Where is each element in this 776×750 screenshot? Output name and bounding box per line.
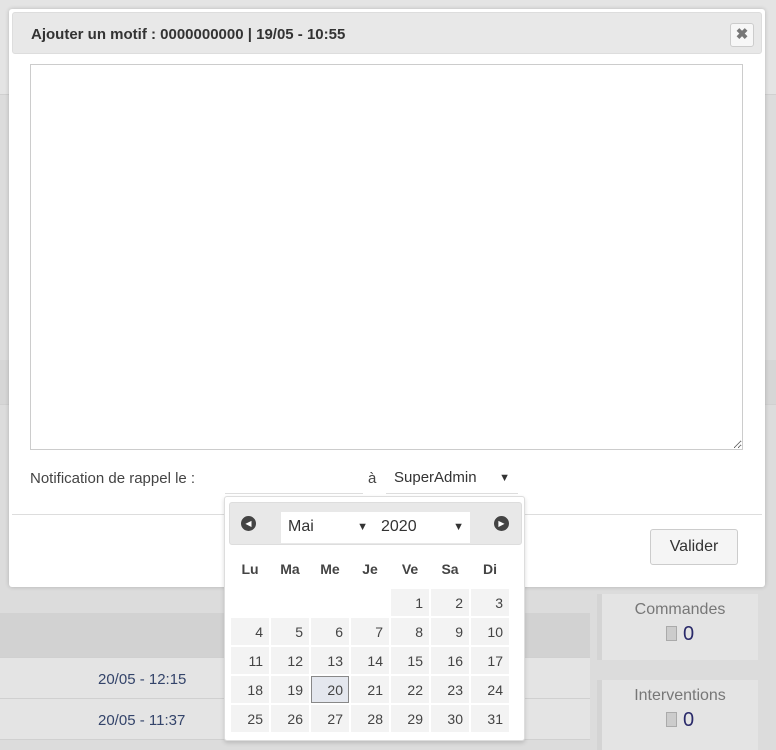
calendar-day[interactable]: 14 xyxy=(351,647,389,674)
chevron-down-icon: ▼ xyxy=(357,521,368,533)
chevron-down-icon: ▼ xyxy=(499,472,510,484)
calendar-day[interactable]: 24 xyxy=(471,676,509,703)
calendar-day[interactable]: 22 xyxy=(391,676,429,703)
calendar-day[interactable]: 15 xyxy=(391,647,429,674)
chevron-down-icon: ▼ xyxy=(453,521,464,533)
calendar-day[interactable]: 1 xyxy=(391,589,429,616)
calendar-day[interactable]: 10 xyxy=(471,618,509,645)
row-timestamp: 20/05 - 12:15 xyxy=(98,671,187,688)
year-select[interactable]: 2020 ▼ xyxy=(374,512,470,543)
user-select-value: SuperAdmin xyxy=(394,469,477,486)
weekday-header: Lu xyxy=(241,561,259,577)
weekday-header: Je xyxy=(362,561,378,577)
card-label: Interventions xyxy=(634,687,726,704)
empty-cell xyxy=(271,589,309,616)
notification-date-input[interactable] xyxy=(225,464,363,494)
calendar-day[interactable]: 2 xyxy=(431,589,469,616)
calendar-day[interactable]: 18 xyxy=(231,676,269,703)
weekday-header: Me xyxy=(320,561,340,577)
calendar-grid: Lu Ma Me Je Ve Sa Di 1 2 3 4 5 6 7 8 9 10 11 12 13 14 15 16 17… xyxy=(229,549,511,734)
calendar-day[interactable]: 19 xyxy=(271,676,309,703)
calendar-day[interactable]: 11 xyxy=(231,647,269,674)
calendar-day[interactable]: 7 xyxy=(351,618,389,645)
weekday-header: Di xyxy=(483,561,497,577)
datepicker: ◀ Mai ▼ 2020 ▼ ▶ Lu Ma Me Je Ve Sa Di 1234567891… xyxy=(224,496,525,741)
calendar-day[interactable]: 3 xyxy=(471,589,509,616)
user-select[interactable]: SuperAdmin ▼ xyxy=(386,464,518,494)
calendar-day[interactable]: 30 xyxy=(431,705,469,732)
calendar-day[interactable]: 27 xyxy=(311,705,349,732)
calendar-day[interactable]: 17 xyxy=(471,647,509,674)
calendar-day[interactable]: 12 xyxy=(271,647,309,674)
motif-textarea[interactable] xyxy=(30,64,743,450)
card-value: 0 xyxy=(682,623,695,645)
weekday-header: Ve xyxy=(401,561,419,577)
calendar-day[interactable]: 8 xyxy=(391,618,429,645)
document-icon xyxy=(665,712,677,727)
calendar-day[interactable]: 9 xyxy=(431,618,469,645)
calendar-day[interactable]: 6 xyxy=(311,618,349,645)
card-commandes[interactable]: Commandes 0 xyxy=(597,594,758,660)
card-value: 0 xyxy=(682,709,695,731)
card-label: Commandes xyxy=(634,601,726,618)
a-label: à xyxy=(368,470,377,487)
card-interventions[interactable]: Interventions 0 xyxy=(597,680,758,750)
close-icon[interactable]: ✖ xyxy=(730,23,754,47)
empty-cell xyxy=(351,589,389,616)
month-value: Mai xyxy=(288,518,314,535)
empty-cell xyxy=(231,589,269,616)
notification-label: Notification de rappel le : xyxy=(30,470,196,487)
prev-month-icon[interactable]: ◀ xyxy=(241,516,256,531)
next-month-icon[interactable]: ▶ xyxy=(494,516,509,531)
calendar-day[interactable]: 23 xyxy=(431,676,469,703)
calendar-day[interactable]: 25 xyxy=(231,705,269,732)
year-value: 2020 xyxy=(381,518,417,535)
calendar-day[interactable]: 4 xyxy=(231,618,269,645)
calendar-day[interactable]: 26 xyxy=(271,705,309,732)
weekday-header: Ma xyxy=(280,561,300,577)
month-select[interactable]: Mai ▼ xyxy=(281,512,374,543)
modal-title: Ajouter un motif : 0000000000 | 19/05 - … xyxy=(31,26,346,43)
calendar-day[interactable]: 13 xyxy=(311,647,349,674)
datepicker-header: ◀ Mai ▼ 2020 ▼ ▶ xyxy=(229,502,522,545)
calendar-day[interactable]: 16 xyxy=(431,647,469,674)
calendar-day[interactable]: 31 xyxy=(471,705,509,732)
empty-cell xyxy=(311,589,349,616)
modal-header: Ajouter un motif : 0000000000 | 19/05 - … xyxy=(12,12,762,54)
calendar-day[interactable]: 21 xyxy=(351,676,389,703)
validate-button[interactable]: Valider xyxy=(650,529,738,565)
calendar-day[interactable]: 5 xyxy=(271,618,309,645)
calendar-day[interactable]: 20 xyxy=(311,676,349,703)
calendar-day[interactable]: 29 xyxy=(391,705,429,732)
document-icon xyxy=(665,626,677,641)
calendar-day[interactable]: 28 xyxy=(351,705,389,732)
row-timestamp: 20/05 - 11:37 xyxy=(98,712,186,729)
weekday-header: Sa xyxy=(441,561,459,577)
